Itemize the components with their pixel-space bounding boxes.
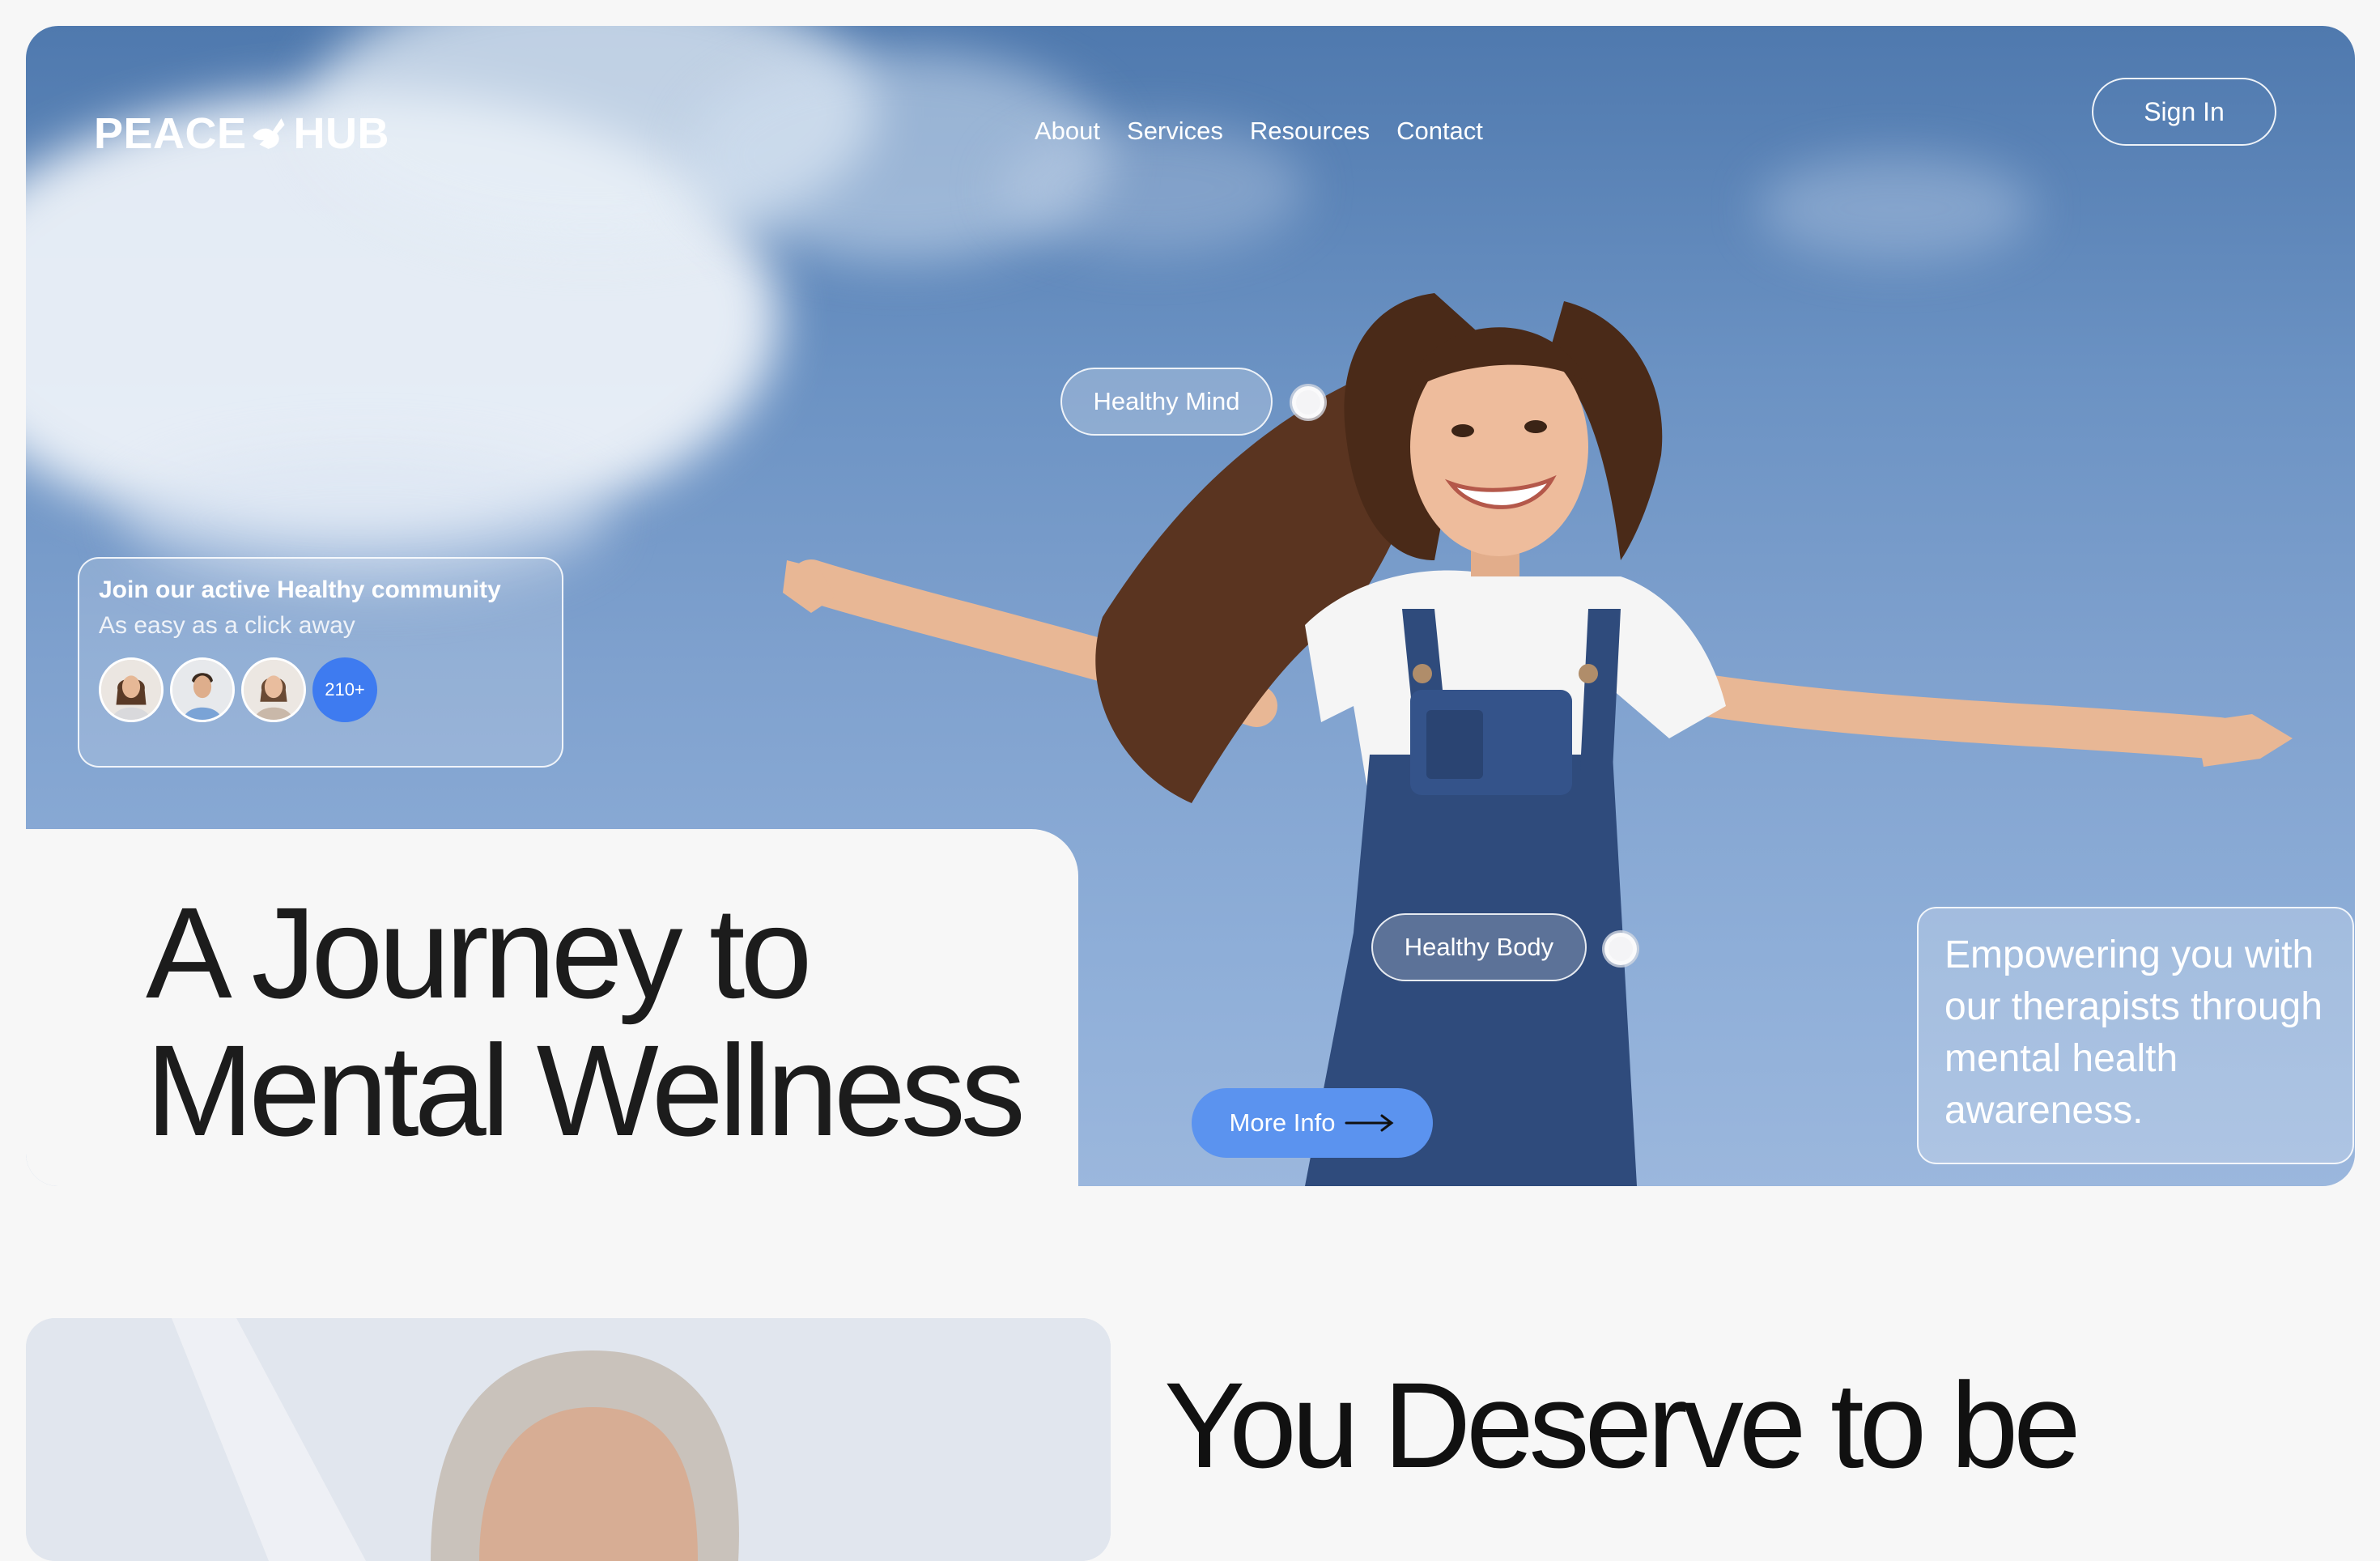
healthy-mind-pill: Healthy Mind [1060,368,1273,436]
avatar[interactable] [170,657,235,722]
headline-line-2: Mental Wellness [146,1018,1026,1163]
avatar-icon [172,660,232,720]
main-nav: About Services Resources Contact [1035,117,1483,146]
hero-banner: PEACE HUB About Services Resources Conta… [26,26,2355,1186]
community-title: Join our active Healthy community [99,576,501,603]
arrow-right-icon [1345,1114,1394,1132]
healthy-body-marker[interactable] [1604,933,1637,965]
logo-text-right: HUB [293,109,390,158]
community-subtitle: As easy as a click away [99,612,355,639]
dove-icon [252,118,285,149]
more-info-button[interactable]: More Info [1192,1088,1433,1158]
avatar-group: 210+ [99,657,542,722]
healthy-mind-marker[interactable] [1292,386,1324,419]
logo-text-left: PEACE [94,109,247,158]
community-card[interactable]: Join our active Healthy community As eas… [78,557,563,768]
headline-line-1: A Journey to [146,880,812,1025]
nav-services[interactable]: Services [1127,117,1223,146]
nav-contact[interactable]: Contact [1396,117,1483,146]
avatar-icon [101,660,161,720]
avatar[interactable] [99,657,164,722]
section-photo [26,1318,1111,1561]
nav-resources[interactable]: Resources [1250,117,1370,146]
healthy-body-pill: Healthy Body [1371,913,1587,981]
section-heading: You Deserve to be [1164,1357,2081,1493]
more-info-label: More Info [1229,1108,1336,1137]
nav-about[interactable]: About [1035,117,1100,146]
sign-in-button[interactable]: Sign In [2092,78,2276,146]
avatar[interactable] [241,657,306,722]
cloud [1758,155,2034,261]
elderly-woman-photo [26,1318,1111,1561]
brand-logo[interactable]: PEACE HUB [94,108,389,159]
member-count-badge[interactable]: 210+ [312,657,377,722]
avatar-icon [244,660,304,720]
hero-headline: A Journey to Mental Wellness [146,884,1026,1159]
empower-card: Empowering you with our therapists throu… [1917,907,2354,1164]
